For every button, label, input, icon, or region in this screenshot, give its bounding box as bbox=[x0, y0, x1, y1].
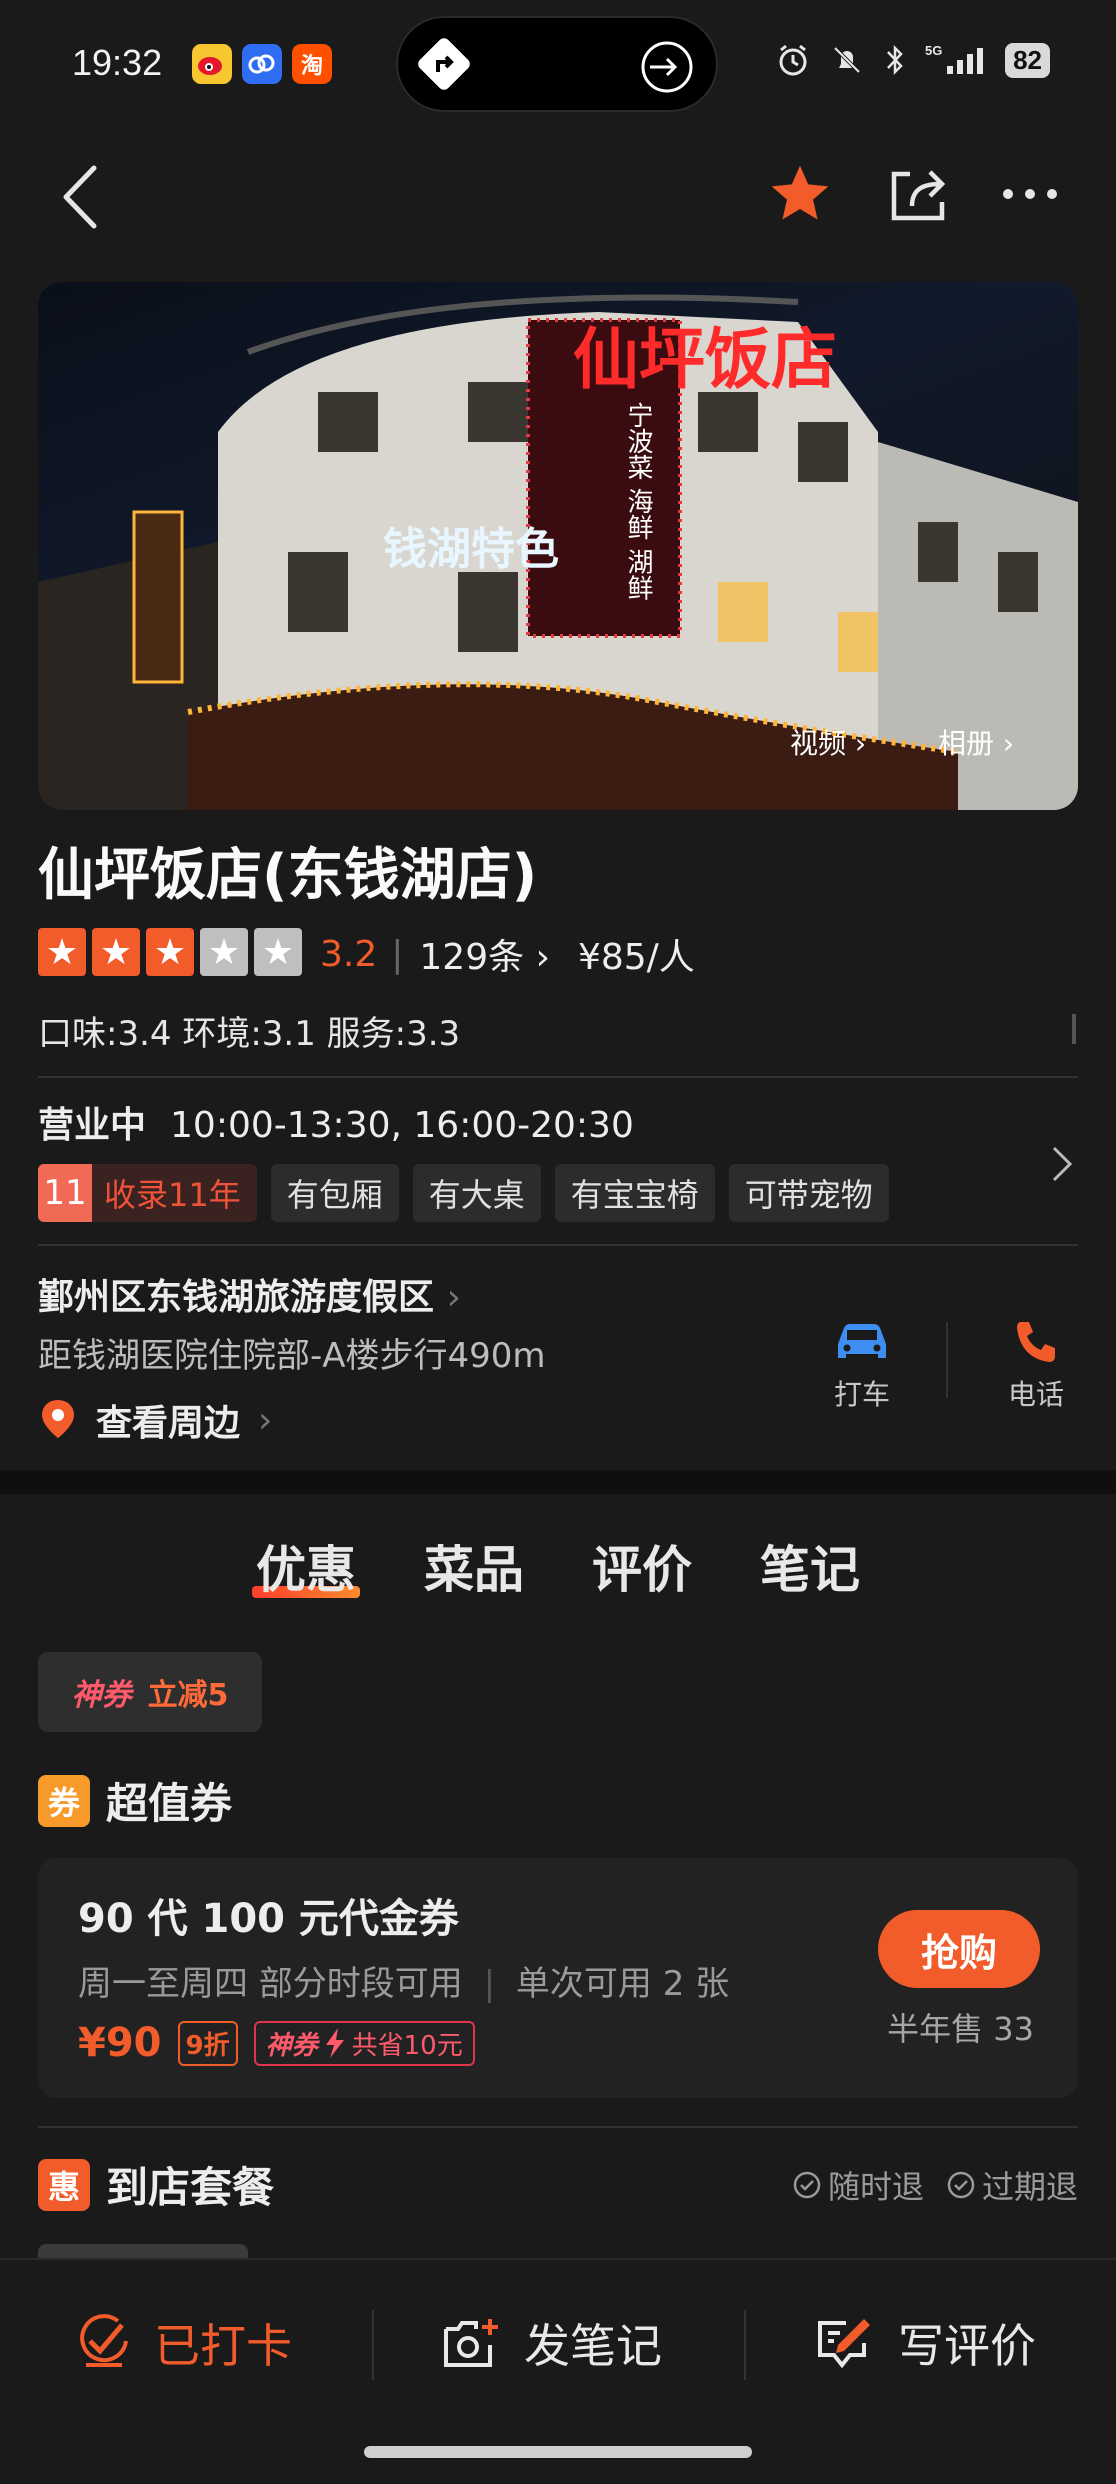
tag-baby-chair: 有宝宝椅 bbox=[554, 1164, 715, 1222]
exit-navigation-icon[interactable] bbox=[640, 40, 694, 94]
price-per-person: ¥85/人 bbox=[577, 937, 695, 978]
divider bbox=[38, 1076, 1078, 1078]
chevron-right-icon[interactable] bbox=[1050, 1144, 1074, 1184]
voucher-desc: 周一至周四 部分时段可用 | 单次可用 2 张 bbox=[78, 1964, 730, 2004]
bottom-action-bar: 已打卡 发笔记 写评价 bbox=[0, 2258, 1116, 2424]
album-link[interactable]: 相册 › bbox=[938, 722, 1014, 762]
tag-pet-friendly: 可带宠物 bbox=[728, 1164, 889, 1222]
shop-name: 仙坪饭店(东钱湖店) bbox=[38, 843, 538, 908]
baidu-icon bbox=[242, 44, 282, 84]
business-hours: 营业中 10:00-13:30, 16:00-20:30 bbox=[38, 1096, 634, 1148]
review-count-link[interactable]: 129条 › bbox=[419, 928, 550, 980]
camera-plus-icon bbox=[444, 2319, 498, 2367]
sold-count: 半年售 33 bbox=[887, 2010, 1034, 2048]
status-time: 19:32 bbox=[72, 42, 163, 83]
favorite-star-icon[interactable] bbox=[766, 160, 834, 228]
navigation-direction-icon bbox=[418, 38, 470, 90]
star-icon: ★ bbox=[254, 928, 302, 976]
address-link[interactable]: 鄞州区东钱湖旅游度假区 › bbox=[38, 1268, 461, 1320]
weibo-icon bbox=[192, 44, 232, 84]
check-circle-icon bbox=[793, 2171, 821, 2199]
distance-text: 距钱湖医院住院部-A楼步行490m bbox=[38, 1336, 546, 1376]
divider bbox=[38, 2126, 1078, 2128]
taobao-icon: 淘 bbox=[292, 44, 332, 84]
tab-dishes[interactable]: 菜品 bbox=[420, 1530, 528, 1602]
check-circle-icon bbox=[947, 2171, 975, 2199]
separator: | bbox=[391, 933, 404, 975]
voucher-name: 90 代 100 元代金券 bbox=[78, 1896, 459, 1942]
tab-reviews[interactable]: 评价 bbox=[588, 1530, 696, 1602]
checkin-button[interactable]: 已打卡 bbox=[76, 2260, 292, 2426]
package-thumbnail-peek bbox=[38, 2244, 248, 2258]
divider bbox=[372, 2310, 374, 2380]
star-rating: ★ ★ ★ ★ ★ bbox=[38, 928, 302, 976]
rating-score: 3.2 bbox=[320, 933, 378, 975]
home-indicator[interactable] bbox=[364, 2446, 752, 2458]
coupon-brand: 神券 bbox=[71, 1678, 132, 1713]
bluetooth-icon bbox=[887, 44, 903, 76]
write-review-button[interactable]: 写评价 bbox=[816, 2260, 1036, 2426]
coupon-savings-badge: 神券 共省10元 bbox=[253, 2020, 475, 2066]
battery-indicator: 82 bbox=[1005, 42, 1050, 78]
scroll-hint bbox=[1072, 1014, 1076, 1044]
post-note-button[interactable]: 发笔记 bbox=[442, 2260, 662, 2426]
star-icon: ★ bbox=[200, 928, 248, 976]
divider bbox=[946, 1322, 948, 1398]
phone-button[interactable]: 电话 bbox=[996, 1318, 1076, 1413]
tag-private-room: 有包厢 bbox=[270, 1164, 399, 1222]
signal-5g-icon: 5G bbox=[925, 43, 984, 74]
open-status: 营业中 bbox=[38, 1105, 147, 1146]
hours-text: 10:00-13:30, 16:00-20:30 bbox=[170, 1105, 634, 1146]
voucher-price: ¥90 bbox=[78, 2020, 162, 2066]
tag-large-table: 有大桌 bbox=[412, 1164, 541, 1222]
sub-scores: 口味:3.4 环境:3.1 服务:3.3 bbox=[38, 1014, 461, 1054]
share-icon[interactable] bbox=[886, 162, 950, 226]
checkin-icon bbox=[80, 2314, 128, 2367]
tag-years-listed: 11 收录11年 bbox=[38, 1164, 257, 1222]
location-pin-icon bbox=[42, 1400, 74, 1438]
shop-hero-photo[interactable]: 仙坪饭店 宁波菜 海鲜 湖鲜 钱湖特色 视频 › 相册 › bbox=[38, 282, 1078, 810]
taxi-button[interactable]: 打车 bbox=[822, 1318, 902, 1413]
star-icon: ★ bbox=[92, 928, 140, 976]
lightning-icon bbox=[325, 2028, 344, 2058]
write-review-icon bbox=[818, 2319, 870, 2369]
divider bbox=[38, 1244, 1078, 1246]
alarm-icon bbox=[779, 44, 807, 76]
video-link[interactable]: 视频 › bbox=[790, 722, 866, 762]
voucher-badge-icon: 券 bbox=[38, 1774, 90, 1827]
divider bbox=[744, 2310, 746, 2380]
restaurant-photo: 仙坪饭店 宁波菜 海鲜 湖鲜 钱湖特色 bbox=[38, 294, 1078, 810]
star-icon: ★ bbox=[38, 928, 86, 976]
voucher-section-title: 券 超值券 bbox=[38, 1770, 232, 1831]
voucher-price-row: ¥90 9折 神券 共省10元 bbox=[78, 2020, 475, 2066]
view-nearby-link[interactable]: 查看周边 › bbox=[38, 1394, 272, 1446]
voucher-card[interactable]: 90 代 100 元代金券 周一至周四 部分时段可用 | 单次可用 2 张 ¥9… bbox=[38, 1858, 1078, 2098]
package-badge-icon: 惠 bbox=[38, 2158, 90, 2211]
svg-text:钱湖特色: 钱湖特色 bbox=[383, 524, 559, 575]
coupon-chip[interactable]: 神券 立减5 bbox=[38, 1652, 262, 1732]
section-gap bbox=[0, 1470, 1116, 1494]
phone-icon bbox=[1017, 1322, 1055, 1362]
coupon-offer: 立减5 bbox=[147, 1678, 229, 1713]
tab-discounts[interactable]: 优惠 bbox=[252, 1530, 360, 1602]
tab-notes[interactable]: 笔记 bbox=[756, 1530, 864, 1602]
star-icon: ★ bbox=[146, 928, 194, 976]
more-icon[interactable] bbox=[1002, 186, 1058, 202]
mute-icon bbox=[833, 46, 861, 74]
content-tabs: 优惠 菜品 评价 笔记 bbox=[0, 1530, 1116, 1602]
car-icon bbox=[838, 1324, 886, 1358]
refund-policy: 随时退 过期退 bbox=[792, 2162, 1078, 2208]
discount-badge: 9折 bbox=[177, 2020, 238, 2066]
svg-text:宁波菜 海鲜 湖鲜: 宁波菜 海鲜 湖鲜 bbox=[623, 402, 653, 601]
package-section-title: 惠 到店套餐 bbox=[38, 2154, 274, 2215]
svg-text:仙坪饭店: 仙坪饭店 bbox=[573, 320, 837, 398]
buy-button[interactable]: 抢购 bbox=[878, 1910, 1040, 1988]
svg-text:5G: 5G bbox=[925, 43, 942, 58]
dynamic-island bbox=[396, 16, 718, 112]
shop-tags: 11 收录11年 有包厢 有大桌 有宝宝椅 可带宠物 bbox=[38, 1164, 889, 1222]
back-icon[interactable] bbox=[58, 160, 102, 234]
